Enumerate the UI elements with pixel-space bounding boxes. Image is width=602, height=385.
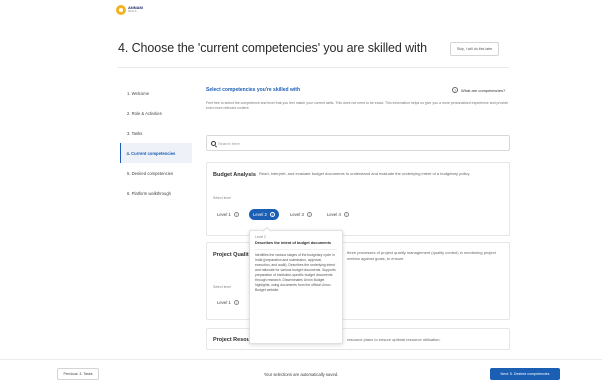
search-input[interactable] bbox=[218, 140, 498, 146]
title-divider bbox=[118, 67, 509, 68]
page-title: 4. Choose the 'current competencies' you… bbox=[118, 41, 427, 55]
logo-word: ANNAM SKILLS bbox=[128, 6, 143, 14]
brand-logo[interactable]: ANNAM SKILLS bbox=[116, 4, 146, 16]
logo-mark-icon bbox=[116, 5, 126, 15]
select-level-label: Select level bbox=[213, 285, 231, 289]
sidebar-item-desired-competencies[interactable]: 5. Desired competencies bbox=[120, 163, 192, 183]
competency-card-budget-analysis: Budget Analysis Read, interpret, and eva… bbox=[206, 162, 510, 236]
tooltip-body: Identifies the various stages of the bud… bbox=[255, 253, 336, 292]
level-1-option[interactable]: Level 1 i bbox=[213, 297, 243, 308]
tooltip-level: Level 2 bbox=[255, 235, 266, 239]
sidebar-item-platform-walkthrough[interactable]: 6. Platform walkthrough bbox=[120, 183, 192, 203]
section-heading: Select competencies you're skilled with bbox=[206, 87, 301, 93]
tooltip-heading: Describes the intent of budget documents bbox=[255, 241, 331, 245]
step-sidebar: 1. Welcome 2. Role & Activities 3. Tasks… bbox=[120, 83, 192, 203]
help-text: Feel free to select the competence and l… bbox=[206, 101, 509, 110]
competency-description: three processes of project quality manag… bbox=[347, 250, 496, 261]
bottom-bar: Previous: 3. Tasks Your selections are a… bbox=[0, 359, 602, 385]
search-icon bbox=[211, 140, 216, 146]
level-label: Level 4 bbox=[327, 212, 341, 217]
skip-button[interactable]: Skip, I will do this later bbox=[450, 42, 499, 56]
next-button[interactable]: Next: 5. Desired competencies bbox=[490, 368, 560, 380]
info-icon[interactable]: i bbox=[306, 212, 312, 217]
question-circle-icon: ? bbox=[452, 87, 458, 93]
level-2-option[interactable]: Level 2 i bbox=[249, 209, 279, 220]
level-4-option[interactable]: Level 4 i bbox=[323, 209, 353, 220]
level-label: Level 3 bbox=[290, 212, 304, 217]
level-label: Level 2 bbox=[253, 212, 267, 217]
info-icon[interactable]: i bbox=[343, 212, 349, 217]
level-label: Level 1 bbox=[217, 212, 231, 217]
level-label: Level 1 bbox=[217, 300, 231, 305]
sidebar-item-role-activities[interactable]: 2. Role & Activities bbox=[120, 103, 192, 123]
competency-description: Read, interpret, and evaluate budget doc… bbox=[259, 171, 471, 176]
info-icon[interactable]: i bbox=[233, 300, 239, 305]
level-3-option[interactable]: Level 3 i bbox=[286, 209, 316, 220]
info-icon[interactable]: i bbox=[269, 212, 275, 217]
competency-title: Project Resou bbox=[213, 337, 250, 343]
logo-subtext: SKILLS bbox=[128, 10, 137, 13]
select-level-label: Select level bbox=[213, 196, 231, 200]
search-box bbox=[206, 135, 510, 151]
what-link-label: What are competencies? bbox=[461, 87, 506, 93]
competency-description: resource plans to ensure optimal resourc… bbox=[347, 337, 441, 342]
tooltip-divider bbox=[255, 249, 337, 250]
competency-title: Project Qualit bbox=[213, 252, 249, 258]
top-bar: ANNAM SKILLS bbox=[0, 0, 602, 22]
sidebar-item-current-competencies[interactable]: 4. Current competencies bbox=[120, 143, 192, 163]
what-are-competencies-link[interactable]: ? What are competencies? bbox=[452, 87, 505, 93]
sidebar-item-tasks[interactable]: 3. Tasks bbox=[120, 123, 192, 143]
info-icon[interactable]: i bbox=[233, 212, 239, 217]
competency-title: Budget Analysis bbox=[213, 172, 256, 178]
sidebar-item-welcome[interactable]: 1. Welcome bbox=[120, 83, 192, 103]
level-info-tooltip: Level 2 Describes the intent of budget d… bbox=[249, 230, 343, 344]
level-1-option[interactable]: Level 1 i bbox=[213, 209, 243, 220]
